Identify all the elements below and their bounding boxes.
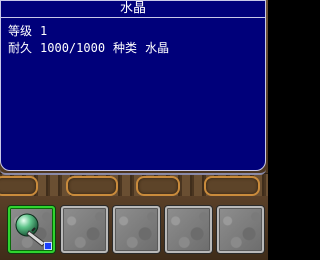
level-value: 1 [40,24,48,38]
inventory-bar [0,196,268,260]
item-title: 水晶 [1,1,265,18]
durability-label: 耐久 [8,41,33,55]
slot-badge-icon [44,242,52,250]
inventory-slot-5[interactable] [217,206,264,253]
inventory-slot-3[interactable] [113,206,160,253]
level-line: 等级 1 [8,24,47,38]
durability-value: 1000/1000 [40,41,106,55]
carved-ornament-row [0,173,268,197]
type-value: 水晶 [145,41,170,55]
durability-line: 耐久 1000/1000 种类 水晶 [8,41,169,55]
inventory-slot-4[interactable] [165,206,212,253]
inventory-slot-2[interactable] [61,206,108,253]
level-label: 等级 [8,24,33,38]
inventory-slot-1[interactable] [8,206,55,253]
ornament-carving [0,176,38,196]
ornament-carving [136,176,180,196]
item-info-panel: 水晶 等级 1 耐久 1000/1000 种类 水晶 [0,0,266,175]
type-label: 种类 [113,41,138,55]
ornament-carving [66,176,118,196]
ornament-carving [204,176,260,196]
